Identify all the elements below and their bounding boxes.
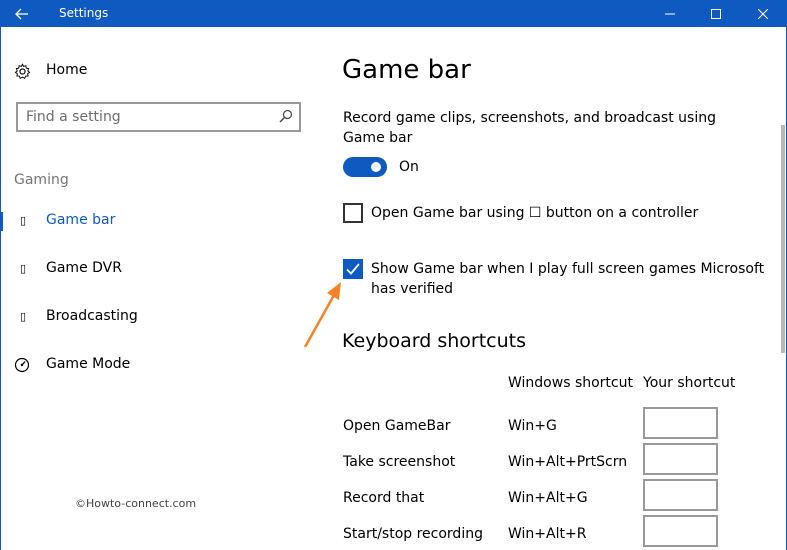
close-icon [758,8,768,19]
controller-checkbox-label: Open Game bar using ☐ button on a contro… [371,205,699,221]
sidebar-item-game-mode[interactable]: Game Mode [0,345,320,385]
record-toggle[interactable] [343,157,387,177]
shortcut-windows: Win+Alt+R [508,526,587,542]
minimize-button[interactable] [647,0,693,27]
home-link[interactable]: Home [14,61,87,81]
shortcut-name: Open GameBar [343,418,451,434]
shortcut-name: Take screenshot [343,454,456,470]
sidebar-item-game-dvr[interactable]: ▯ Game DVR [0,249,320,289]
controller-checkbox[interactable] [343,203,363,223]
sidebar-item-label: Game DVR [46,260,122,276]
sidebar-item-label: Broadcasting [46,308,138,324]
search-input[interactable] [26,108,266,126]
sidebar-item-broadcasting[interactable]: ▯ Broadcasting [0,297,320,337]
maximize-icon [711,8,721,19]
game-bar-icon: ▯ [19,214,27,227]
fullscreen-checkbox[interactable] [343,259,363,279]
shortcut-input[interactable] [643,515,718,547]
section-label-gaming: Gaming [14,172,69,188]
shortcut-input[interactable] [643,479,718,511]
search-icon [279,109,293,123]
shortcut-input[interactable] [643,407,718,439]
sidebar-item-label: Game bar [46,212,116,228]
scrollbar-thumb[interactable] [781,125,785,353]
game-dvr-icon: ▯ [19,262,27,275]
page-title: Game bar [342,55,471,85]
broadcasting-icon: ▯ [19,310,27,323]
sidebar-item-game-bar[interactable]: ▯ Game bar [0,201,320,241]
keyboard-shortcuts-heading: Keyboard shortcuts [342,330,527,352]
window-title: Settings [59,6,109,20]
minimize-icon [665,13,675,14]
active-indicator [0,212,3,231]
gear-icon [14,62,31,79]
sidebar-item-label: Game Mode [46,356,131,372]
record-description: Record game clips, screenshots, and broa… [343,110,716,146]
shortcut-input[interactable] [643,443,718,475]
game-mode-icon [14,357,30,373]
shortcut-name: Start/stop recording [343,526,483,542]
toggle-knob [371,162,381,172]
title-bar: Settings [0,0,787,27]
home-label: Home [46,62,88,78]
back-arrow-icon [15,8,28,19]
shortcut-name: Record that [343,490,425,506]
watermark: ©Howto-connect.com [75,497,197,510]
shortcut-windows: Win+G [508,418,557,434]
col-header-windows: Windows shortcut [508,375,633,391]
search-box[interactable] [16,102,301,132]
close-button[interactable] [740,0,786,27]
shortcut-windows: Win+Alt+G [508,490,588,506]
shortcut-windows: Win+Alt+PrtScrn [508,454,628,470]
col-header-yours: Your shortcut [643,375,736,391]
toggle-state-label: On [399,159,419,175]
checkmark-icon [346,263,360,275]
fullscreen-checkbox-label: Show Game bar when I play full screen ga… [371,261,765,297]
back-button[interactable] [0,0,44,27]
maximize-button[interactable] [693,0,739,27]
